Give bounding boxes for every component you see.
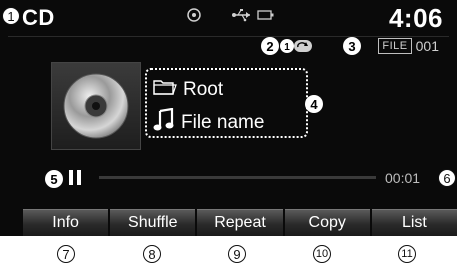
callout-7: 7 (57, 245, 75, 263)
source-title: CD (22, 5, 55, 30)
usb-icon (232, 8, 252, 24)
callout-5: 5 (45, 170, 63, 188)
callout-1: 1 (2, 7, 20, 25)
pause-icon[interactable] (69, 170, 81, 185)
callout-3: 3 (343, 37, 361, 55)
list-button[interactable]: List (371, 209, 457, 236)
svg-text:1: 1 (284, 42, 290, 53)
folder-name: Root (183, 79, 224, 100)
copy-button[interactable]: Copy (284, 209, 370, 236)
callout-9: 9 (228, 245, 246, 263)
function-button-row: Info Shuffle Repeat Copy List (23, 209, 457, 236)
head-unit-screen: CD 4:06 1 FILE 001 Root File name 00:01 … (0, 0, 457, 236)
repeat-button[interactable]: Repeat (197, 209, 283, 236)
file-label: FILE (378, 38, 412, 54)
callout-6: 6 (438, 169, 456, 187)
folder-icon (153, 78, 177, 102)
shuffle-button[interactable]: Shuffle (110, 209, 196, 236)
progress-bar[interactable] (99, 176, 376, 179)
callout-2: 2 (261, 37, 279, 55)
file-number-value: 001 (415, 38, 439, 54)
repeat-mode-indicator: 1 (279, 38, 313, 54)
file-name: File name (181, 112, 265, 133)
music-note-icon (153, 107, 175, 138)
battery-icon (257, 8, 275, 24)
header-divider (8, 36, 449, 37)
status-bar: CD 4:06 (0, 0, 457, 36)
callout-8: 8 (143, 245, 161, 263)
track-info-box: Root File name (145, 68, 308, 138)
info-button[interactable]: Info (23, 209, 109, 236)
clock: 4:06 (388, 3, 443, 33)
folder-line: Root (153, 78, 223, 102)
disc-status-icon (187, 8, 201, 24)
file-line: File name (153, 107, 265, 138)
callout-11: 11 (398, 245, 416, 263)
callout-4: 4 (305, 95, 323, 113)
elapsed-time: 00:01 (385, 170, 421, 186)
callout-10: 10 (313, 245, 331, 263)
file-number: FILE 001 (378, 38, 439, 54)
album-art (51, 62, 141, 150)
